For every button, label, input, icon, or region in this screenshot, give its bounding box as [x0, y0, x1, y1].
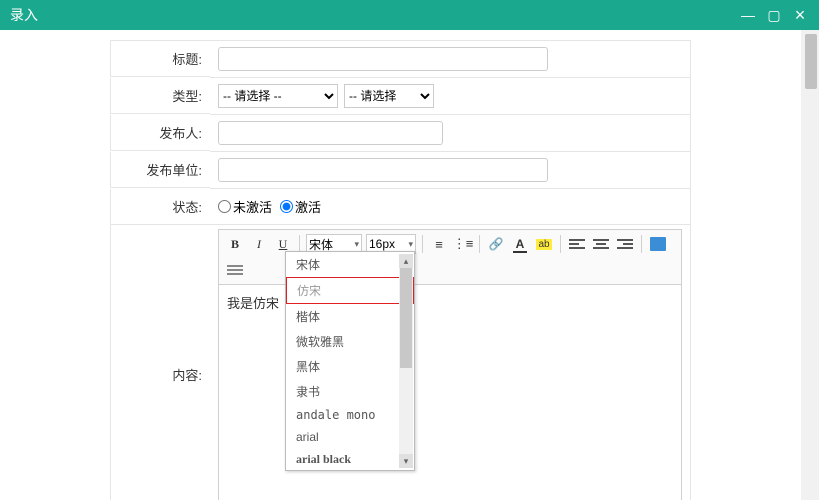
font-option[interactable]: andale mono [286, 404, 414, 426]
font-option-list: 宋体 仿宋 楷体 微软雅黑 黑体 隶书 andale mono arial ar… [286, 252, 414, 471]
link-button[interactable]: 🔗 [486, 234, 506, 254]
status-active-option[interactable]: 激活 [280, 197, 321, 216]
status-label: 状态: [110, 189, 210, 225]
ordered-list-button[interactable]: ≡ [429, 234, 449, 254]
font-option[interactable]: arial [286, 426, 414, 448]
font-option[interactable]: 微软雅黑 [286, 329, 414, 354]
dropdown-scroll-thumb[interactable] [400, 268, 412, 368]
status-inactive-radio[interactable] [218, 200, 231, 213]
scrollbar-thumb[interactable] [805, 34, 817, 89]
align-right-button[interactable] [615, 234, 635, 254]
align-center-button[interactable] [591, 234, 611, 254]
publisher-input[interactable] [218, 121, 443, 145]
unordered-list-button[interactable]: ⋮≡ [453, 234, 473, 254]
row-content: 内容: B I U 宋体▾ 16px▾ ≡ [110, 225, 691, 500]
chevron-down-icon: ▾ [354, 239, 359, 250]
vertical-scrollbar[interactable] [801, 30, 819, 500]
content-label: 内容: [110, 225, 210, 500]
type-select-2[interactable]: -- 请选择 [344, 84, 434, 108]
separator-icon [422, 235, 423, 253]
editor-text: 我是仿宋 [227, 296, 279, 311]
font-color-button[interactable]: A [510, 234, 530, 254]
scroll-down-icon[interactable]: ▾ [399, 454, 413, 468]
editor-wrapper: B I U 宋体▾ 16px▾ ≡ ⋮≡ [210, 225, 690, 500]
separator-icon [641, 235, 642, 253]
fullscreen-button[interactable] [648, 234, 668, 254]
close-button[interactable]: × [791, 5, 809, 26]
status-inactive-option[interactable]: 未激活 [218, 197, 272, 216]
font-option[interactable]: 黑体 [286, 354, 414, 379]
chevron-down-icon: ▾ [408, 239, 413, 250]
title-input[interactable] [218, 47, 548, 71]
window: 录入 — ▢ × 标题: 类型: -- 请选择 -- -- 请选择 [0, 0, 819, 500]
type-label: 类型: [110, 78, 210, 114]
editor-toolbar: B I U 宋体▾ 16px▾ ≡ ⋮≡ [218, 229, 682, 285]
font-option[interactable]: 宋体 [286, 252, 414, 277]
status-active-radio[interactable] [280, 200, 293, 213]
maximize-button[interactable]: ▢ [765, 7, 783, 24]
type-select-1[interactable]: -- 请选择 -- [218, 84, 338, 108]
window-title: 录入 [10, 5, 38, 25]
minimize-button[interactable]: — [739, 7, 757, 23]
row-type: 类型: -- 请选择 -- -- 请选择 [110, 78, 691, 115]
unit-label: 发布单位: [110, 152, 210, 188]
font-dropdown: 宋体 仿宋 楷体 微软雅黑 黑体 隶书 andale mono arial ar… [285, 251, 415, 471]
separator-icon [560, 235, 561, 253]
form: 标题: 类型: -- 请选择 -- -- 请选择 发布人: [0, 30, 801, 500]
align-left-button[interactable] [567, 234, 587, 254]
font-option-selected[interactable]: 仿宋 [286, 277, 414, 304]
content-area: 标题: 类型: -- 请选择 -- -- 请选择 发布人: [0, 30, 801, 500]
separator-icon [479, 235, 480, 253]
row-unit: 发布单位: [110, 152, 691, 189]
more-button[interactable] [225, 260, 245, 280]
highlight-button[interactable]: ab [534, 234, 554, 254]
row-publisher: 发布人: [110, 115, 691, 152]
window-controls: — ▢ × [739, 5, 809, 26]
title-label: 标题: [110, 40, 210, 77]
publisher-label: 发布人: [110, 115, 210, 151]
unit-input[interactable] [218, 158, 548, 182]
scroll-up-icon[interactable]: ▴ [399, 254, 413, 268]
row-status: 状态: 未激活 激活 [110, 189, 691, 225]
italic-button[interactable]: I [249, 234, 269, 254]
font-option[interactable]: 楷体 [286, 304, 414, 329]
font-option[interactable]: arial black [286, 448, 414, 471]
title-bar: 录入 — ▢ × [0, 0, 819, 30]
font-option[interactable]: 隶书 [286, 379, 414, 404]
bold-button[interactable]: B [225, 234, 245, 254]
row-title: 标题: [110, 40, 691, 78]
dropdown-scrollbar[interactable]: ▴ ▾ [399, 254, 413, 468]
